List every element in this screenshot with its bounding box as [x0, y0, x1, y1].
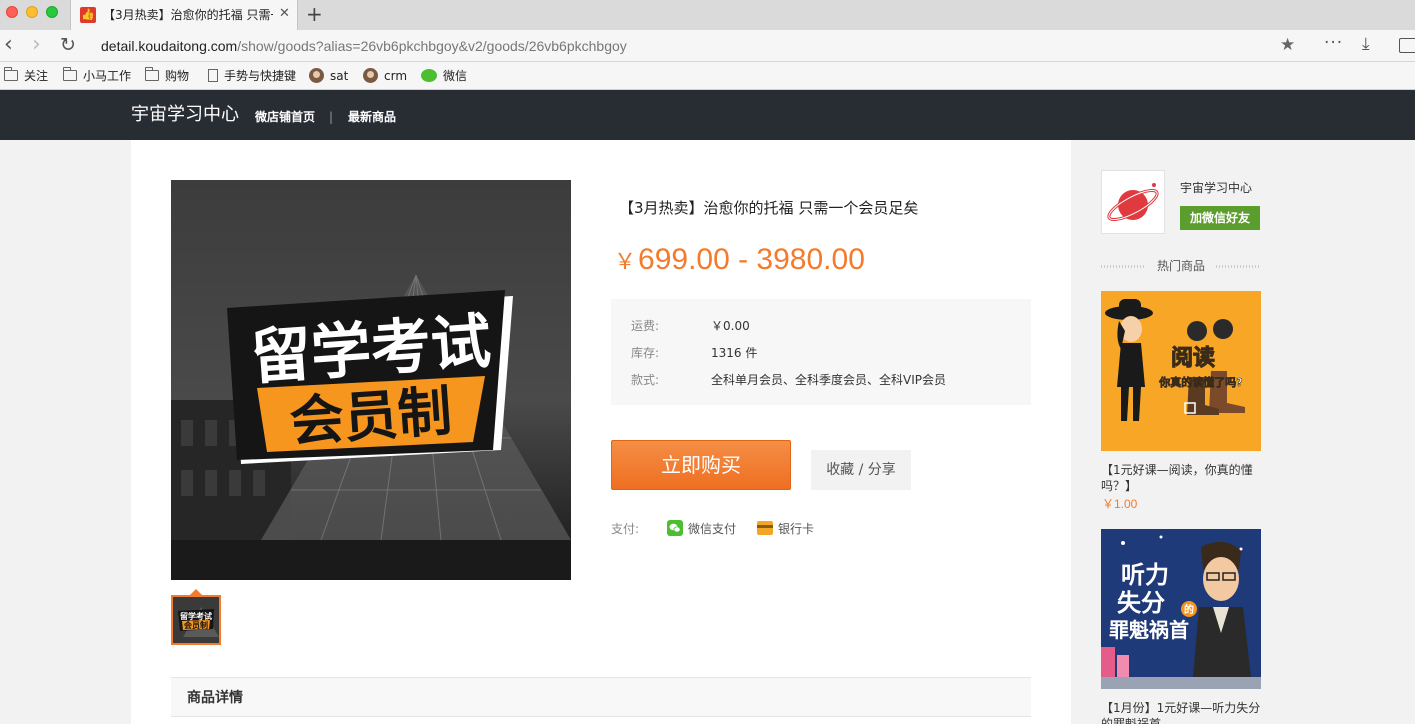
product-details-label: 商品详情 [187, 690, 243, 706]
bookmark-item[interactable]: 微信 [421, 68, 467, 84]
bank-card-icon [757, 521, 773, 535]
folder-icon [145, 67, 159, 81]
bookmark-item[interactable]: sat [309, 68, 348, 84]
bookmark-item[interactable]: crm [363, 68, 407, 84]
download-icon[interactable]: ⤓ [1362, 34, 1370, 54]
tab-close-icon[interactable]: ✕ [279, 6, 290, 22]
browser-tab-bar: 👍 【3月热卖】治愈你的托福 只需一个会员足矣 ✕ + [0, 0, 1415, 30]
address-toolbar: ‹ › ↻ detail.koudaitong.com/show/goods?a… [0, 30, 1415, 62]
nav-shop-home[interactable]: 微店铺首页 [255, 109, 315, 125]
thumbs-up-icon: 👍 [80, 7, 96, 23]
sidebar-shop-name[interactable]: 宇宙学习中心 [1180, 180, 1252, 196]
hot2-text-line2: 失分 [1117, 589, 1165, 617]
reload-icon[interactable]: ↻ [60, 33, 76, 57]
shipping-value: ￥0.00 [711, 319, 750, 333]
hot-item-image[interactable]: 阅读 你真的读懂了吗? [1101, 291, 1261, 451]
bookmark-item[interactable]: 小马工作 [63, 67, 131, 84]
bank-card-label: 银行卡 [778, 522, 815, 536]
style-value: 全科单月会员、全科季度会员、全科VIP会员 [711, 373, 946, 387]
nav-new-products[interactable]: 最新商品 [348, 109, 396, 125]
thumb-text-line2: 会员制 [184, 620, 208, 630]
hot-item-image[interactable]: 听力 失分 的 罪魁祸首 [1101, 529, 1261, 689]
nav-separator: | [329, 110, 334, 124]
avatar-icon [309, 68, 324, 83]
favorite-share-button[interactable]: 收藏 / 分享 [811, 450, 911, 490]
url-field[interactable]: detail.koudaitong.com/show/goods?alias=2… [101, 37, 627, 55]
hot-item-price: ￥1.00 [1102, 497, 1138, 511]
product-info-box: 运费: ￥0.00 库存: 1316 件 款式: 全科单月会员、全科季度会员、全… [611, 299, 1031, 405]
folder-icon [4, 67, 18, 81]
product-price: ￥699.00 - 3980.00 [614, 240, 865, 282]
sidebar-toggle-icon[interactable] [1399, 38, 1415, 53]
hot-products-title: 热门商品 [1157, 259, 1206, 273]
hot1-text-line1: 阅读 [1171, 346, 1215, 371]
hot2-text-line4: 罪魁祸首 [1109, 618, 1189, 642]
add-wechat-friend-button[interactable]: 加微信好友 [1180, 206, 1260, 230]
planet-logo-icon [1107, 183, 1159, 222]
currency-symbol: ￥ [614, 249, 637, 274]
bookmark-item[interactable]: 关注 [4, 67, 48, 84]
bookmarks-bar: 关注 小马工作 购物 手势与快捷键 sat crm 微信 [0, 62, 1415, 90]
url-domain: detail.koudaitong.com [101, 38, 238, 54]
new-tab-icon[interactable]: + [306, 2, 323, 26]
page-icon [208, 69, 218, 82]
shop-logo[interactable] [1101, 170, 1165, 234]
thumb-text-line1: 留学考试 [180, 611, 212, 621]
forward-icon[interactable]: › [32, 34, 41, 56]
hot2-text-line1: 听力 [1121, 561, 1169, 589]
bookmark-star-icon[interactable]: ★ [1280, 35, 1295, 55]
product-main-image[interactable]: 留学考试 会员制 [171, 180, 571, 580]
hero-text-line2: 会员制 [288, 379, 454, 453]
site-header: 宇宙学习中心 微店铺首页 | 最新商品 [0, 90, 1415, 140]
folder-icon [63, 67, 77, 81]
window-close-button[interactable] [6, 6, 18, 18]
wechat-icon [421, 69, 437, 82]
hot2-text-line3: 的 [1184, 603, 1194, 616]
hot-item-name[interactable]: 【1元好课—阅读，你真的懂吗？】 [1101, 462, 1266, 494]
window-minimize-button[interactable] [26, 6, 38, 18]
product-details-tab[interactable]: 商品详情 [171, 677, 1031, 717]
tab-title: 【3月热卖】治愈你的托福 只需一个会员足矣 [103, 8, 273, 22]
url-path: /show/goods?alias=26vb6pkchbgoy&v2/goods… [237, 38, 627, 54]
wechat-pay-label: 微信支付 [688, 522, 737, 536]
style-label: 款式: [631, 373, 660, 387]
back-icon[interactable]: ‹ [4, 34, 13, 56]
browser-tab-active[interactable]: 👍 【3月热卖】治愈你的托福 只需一个会员足矣 ✕ [70, 0, 298, 30]
buy-now-button[interactable]: 立即购买 [611, 440, 791, 490]
hot1-text-line2: 你真的读懂了吗? [1158, 375, 1242, 389]
payment-label: 支付: [611, 522, 640, 536]
hot-item-name[interactable]: 【1月份】1元好课—听力失分的罪魁祸首 [1101, 700, 1266, 724]
bookmark-item[interactable]: 购物 [145, 67, 189, 84]
stock-value: 1316 件 [711, 346, 758, 360]
product-title: 【3月热卖】治愈你的托福 只需一个会员足矣 [619, 199, 919, 217]
window-zoom-button[interactable] [46, 6, 58, 18]
stock-label: 库存: [631, 346, 660, 360]
more-icon[interactable]: ··· [1324, 33, 1343, 53]
wechat-pay-icon [667, 520, 683, 536]
price-range: 699.00 - 3980.00 [638, 243, 865, 276]
bookmark-item[interactable]: 手势与快捷键 [208, 68, 296, 84]
avatar-icon [363, 68, 378, 83]
shipping-label: 运费: [631, 319, 660, 333]
product-thumbnail[interactable]: 留学考试 会员制 [171, 595, 221, 645]
shop-name-link[interactable]: 宇宙学习中心 [131, 103, 239, 127]
